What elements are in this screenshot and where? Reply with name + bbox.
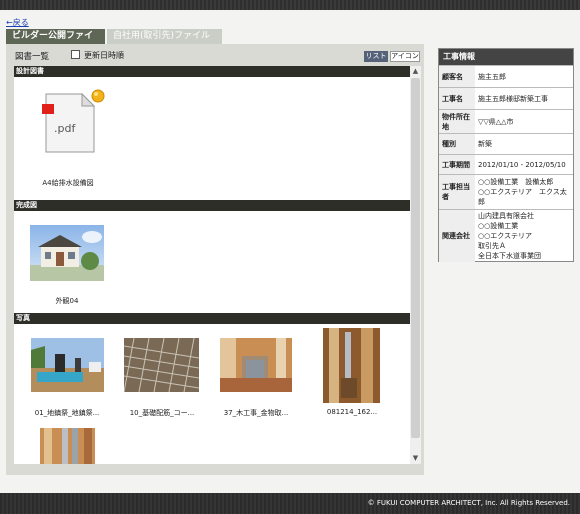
top-bar: [0, 0, 580, 10]
file-caption: 01_地鎮祭_地鎮祭...: [34, 409, 100, 417]
pdf-file-item[interactable]: .pdf: [32, 80, 112, 160]
photo-thumbnail[interactable]: [40, 428, 95, 464]
file-content-area: 設計図書 .pdf A4給排水設備図 完成図 外観04 写真 01_地鎮祭_地鎮…: [14, 66, 410, 464]
info-row-type: 種別 新築: [439, 133, 573, 154]
photo-thumbnail[interactable]: [220, 338, 292, 392]
photo-thumbnail[interactable]: [31, 338, 104, 392]
info-row-project-name: 工事名 施主五郎様邸新築工事: [439, 87, 573, 109]
info-value: 新築: [478, 140, 492, 148]
info-value: ○○設備工業 設備太郎 ○○エクステリア エクス太郎: [478, 178, 567, 206]
section-header-design-docs: 設計図書: [14, 66, 410, 77]
tab-builder-public-files[interactable]: ビルダー公開ファイル: [6, 29, 105, 56]
info-label: 工事担当者: [439, 175, 475, 209]
file-caption: 10_基礎配筋_コー...: [129, 409, 195, 417]
pipe-photo: [40, 428, 95, 464]
info-row-staff: 工事担当者 ○○設備工業 設備太郎 ○○エクステリア エクス太郎: [439, 174, 573, 209]
info-label: 工事期間: [439, 155, 475, 174]
section-header-completion-drawings: 完成図: [14, 200, 410, 211]
icon-view-button[interactable]: アイコン: [390, 51, 420, 62]
photo-thumbnail[interactable]: [124, 338, 199, 392]
info-value: 2012/01/10 - 2012/05/10: [478, 160, 566, 169]
info-row-related-companies: 関連会社 山内建具有限会社 ○○設備工業 ○○エクステリア 取引先Ａ 全日本下水…: [439, 209, 573, 262]
info-row-customer: 顧客名 施主五郎: [439, 65, 573, 87]
scroll-down-arrow-icon[interactable]: ▼: [410, 453, 421, 464]
tab-own-company-files[interactable]: 自社用(取引先)ファイル: [107, 29, 222, 44]
copyright-text: © FUKUI COMPUTER ARCHITECT, Inc. All Rig…: [367, 499, 570, 507]
file-caption: 外観04: [55, 297, 79, 305]
photo-thumbnail[interactable]: [323, 328, 380, 403]
section-header-photos: 写真: [14, 313, 410, 324]
info-value: 山内建具有限会社 ○○設備工業 ○○エクステリア 取引先Ａ 全日本下水道事業団: [478, 212, 541, 260]
pdf-icon: .pdf: [42, 89, 105, 153]
svg-text:.pdf: .pdf: [54, 122, 76, 135]
content-scrollbar[interactable]: ▲ ▼: [410, 66, 421, 464]
info-row-period: 工事期間 2012/01/10 - 2012/05/10: [439, 154, 573, 174]
scroll-thumb[interactable]: [411, 78, 420, 438]
sort-by-date-checkbox[interactable]: [71, 50, 80, 59]
document-list-title: 図書一覧: [15, 52, 50, 62]
info-label: 工事名: [439, 88, 475, 109]
info-label: 顧客名: [439, 66, 475, 87]
house-image: [30, 225, 104, 281]
file-toolbar: 図書一覧 更新日時順 リスト アイコン: [6, 44, 424, 66]
info-value: ▽▽県△△市: [478, 117, 514, 126]
info-value: 施主五郎様邸新築工事: [478, 94, 548, 103]
ceremony-photo: [31, 338, 104, 392]
scroll-up-arrow-icon[interactable]: ▲: [410, 66, 421, 77]
info-label: 物件所在地: [439, 110, 475, 133]
list-view-button[interactable]: リスト: [364, 51, 388, 62]
woodwork-photo: [220, 338, 292, 392]
page-footer: © FUKUI COMPUTER ARCHITECT, Inc. All Rig…: [0, 493, 580, 514]
interior-photo: [323, 328, 380, 403]
rebar-photo: [124, 338, 199, 392]
file-caption: 081214_162...: [326, 408, 378, 416]
sort-by-date-label[interactable]: 更新日時順: [84, 50, 124, 61]
tab-bar: ビルダー公開ファイル 自社用(取引先)ファイル: [6, 29, 222, 56]
file-caption: 37_木工事_金物取...: [223, 409, 289, 417]
info-row-location: 物件所在地 ▽▽県△△市: [439, 109, 573, 133]
exterior-image-thumbnail[interactable]: [30, 225, 104, 281]
file-caption: A4給排水設備図: [42, 179, 94, 187]
info-panel-title: 工事情報: [439, 49, 573, 65]
info-value: 施主五郎: [478, 72, 506, 81]
file-panel: 図書一覧 更新日時順 リスト アイコン 設計図書 .pdf A4給排水設備図 完…: [6, 44, 424, 475]
back-link[interactable]: ←戻る: [6, 17, 29, 28]
info-label: 関連会社: [439, 210, 475, 262]
info-label: 種別: [439, 134, 475, 154]
construction-info-panel: 工事情報 顧客名 施主五郎 工事名 施主五郎様邸新築工事 物件所在地 ▽▽県△△…: [438, 48, 574, 262]
